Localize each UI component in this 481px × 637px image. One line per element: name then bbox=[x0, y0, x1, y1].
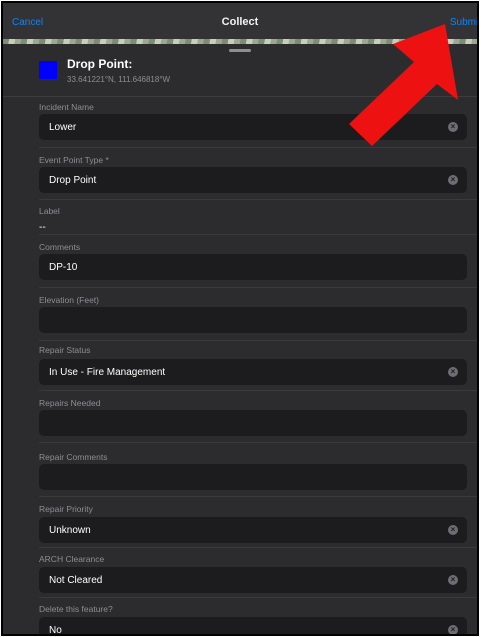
field-label: Label bbox=[39, 206, 60, 216]
clear-icon[interactable]: × bbox=[448, 122, 458, 132]
field-value: No bbox=[49, 625, 62, 636]
field-label: Repair Comments bbox=[39, 452, 108, 462]
repair-comments-input[interactable] bbox=[39, 464, 467, 490]
field-label: Delete this feature? bbox=[39, 604, 113, 614]
event-point-type-select[interactable]: Drop Point × bbox=[39, 167, 467, 193]
comments-input[interactable]: DP-10 bbox=[39, 254, 467, 280]
field-value: Drop Point bbox=[49, 175, 97, 186]
divider bbox=[39, 287, 477, 288]
field-label: Repairs Needed bbox=[39, 398, 101, 408]
clear-icon[interactable]: × bbox=[448, 575, 458, 585]
clear-icon[interactable]: × bbox=[448, 625, 458, 634]
field-value: Lower bbox=[49, 122, 77, 133]
page-title: Collect bbox=[221, 16, 259, 28]
field-label: Incident Name bbox=[39, 102, 94, 112]
divider bbox=[39, 496, 477, 497]
clear-icon[interactable]: × bbox=[448, 175, 458, 185]
divider bbox=[39, 597, 477, 598]
repair-status-select[interactable]: In Use - Fire Management × bbox=[39, 359, 467, 385]
field-value: Not Cleared bbox=[49, 575, 103, 586]
symbol-swatch-icon bbox=[39, 61, 57, 79]
delete-feature-select[interactable]: No × bbox=[39, 617, 467, 636]
field-label: Event Point Type * bbox=[39, 155, 109, 165]
clear-icon[interactable]: × bbox=[448, 525, 458, 535]
divider bbox=[39, 390, 477, 391]
incident-name-input[interactable]: Lower × bbox=[39, 114, 467, 140]
divider bbox=[39, 442, 477, 443]
field-label: Repair Status bbox=[39, 345, 91, 355]
field-label: Comments bbox=[39, 242, 81, 252]
clear-icon[interactable]: × bbox=[448, 367, 458, 377]
repairs-needed-input[interactable] bbox=[39, 410, 467, 436]
divider bbox=[39, 340, 477, 341]
repair-priority-select[interactable]: Unknown × bbox=[39, 517, 467, 543]
field-label: ARCH Clearance bbox=[39, 554, 105, 564]
divider bbox=[39, 147, 477, 148]
divider bbox=[39, 547, 477, 548]
elevation-input[interactable] bbox=[39, 307, 467, 333]
field-label: Elevation (Feet) bbox=[39, 295, 99, 305]
feature-coordinates: 33.641221°N, 111.646818°W bbox=[67, 75, 171, 84]
arch-clearance-select[interactable]: Not Cleared × bbox=[39, 567, 467, 593]
label-value: -- bbox=[39, 222, 46, 233]
collect-form-sheet: Drop Point: 33.641221°N, 111.646818°W In… bbox=[3, 44, 477, 636]
divider bbox=[39, 199, 477, 200]
field-label: Repair Priority bbox=[39, 504, 93, 514]
submit-button[interactable]: Submit bbox=[450, 17, 477, 28]
app-window: Cancel Collect Submit Drop Point: 33.641… bbox=[1, 1, 479, 636]
field-value: DP-10 bbox=[49, 262, 78, 273]
feature-title: Drop Point: bbox=[67, 57, 133, 71]
divider bbox=[39, 234, 477, 235]
field-value: Unknown bbox=[49, 525, 91, 536]
navigation-bar: Cancel Collect Submit bbox=[3, 3, 477, 43]
feature-header: Drop Point: 33.641221°N, 111.646818°W bbox=[3, 50, 477, 97]
field-value: In Use - Fire Management bbox=[49, 367, 166, 378]
